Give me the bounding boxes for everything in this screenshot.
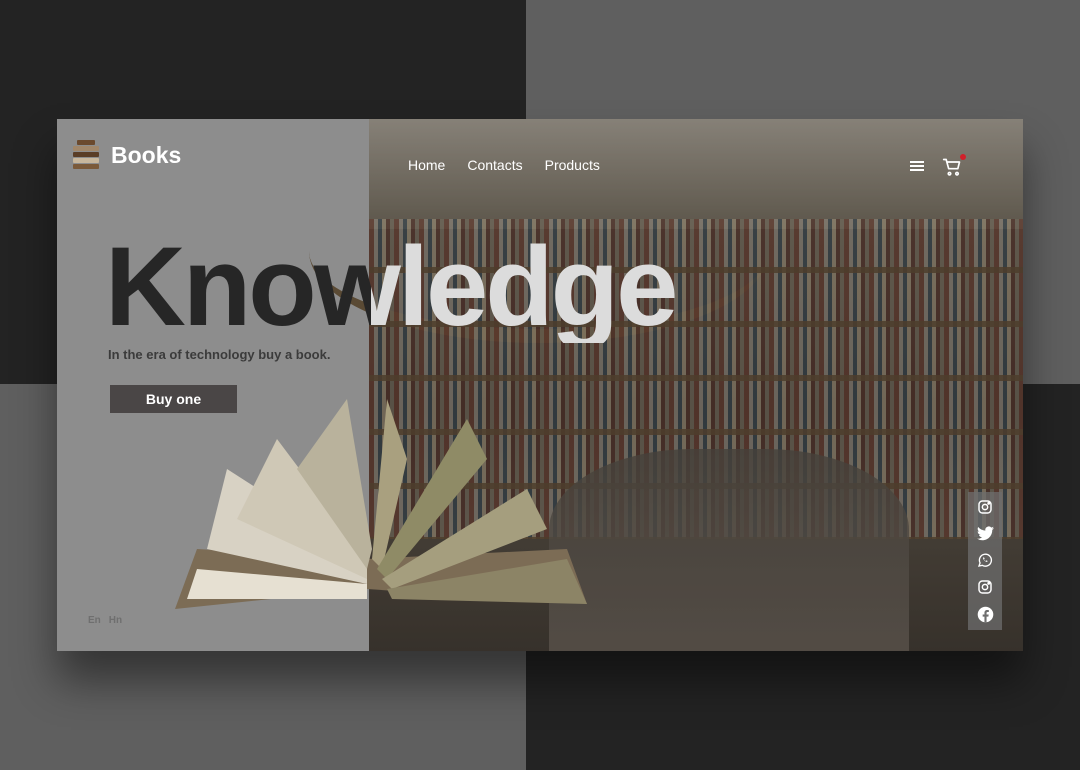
cart-badge	[960, 154, 966, 160]
language-switcher: En Hn	[88, 615, 122, 626]
facebook-icon[interactable]	[977, 606, 994, 623]
hero-headline: Knowledge	[105, 224, 678, 349]
cart-icon[interactable]	[942, 157, 962, 177]
open-book-image	[175, 399, 587, 609]
hamburger-menu-icon[interactable]	[910, 161, 924, 171]
nav-products-link[interactable]: Products	[545, 157, 600, 173]
instagram-icon[interactable]	[977, 579, 993, 595]
language-hn[interactable]: Hn	[109, 615, 122, 626]
books-stack-icon	[71, 138, 101, 172]
nav-contacts-link[interactable]: Contacts	[467, 157, 522, 173]
twitter-icon[interactable]	[976, 526, 994, 541]
brand-name: Books	[111, 141, 182, 168]
language-en[interactable]: En	[88, 615, 101, 626]
social-bar	[968, 492, 1002, 630]
nav-home-link[interactable]: Home	[408, 157, 445, 173]
brand-logo[interactable]: Books	[71, 138, 181, 172]
whatsapp-icon[interactable]	[977, 552, 993, 568]
main-nav: Home Contacts Products	[408, 157, 600, 173]
instagram-icon[interactable]	[977, 499, 993, 515]
landing-card: Books Home Contacts Products Knowledge I…	[57, 119, 1023, 651]
hero-subtitle: In the era of technology buy a book.	[108, 347, 331, 362]
